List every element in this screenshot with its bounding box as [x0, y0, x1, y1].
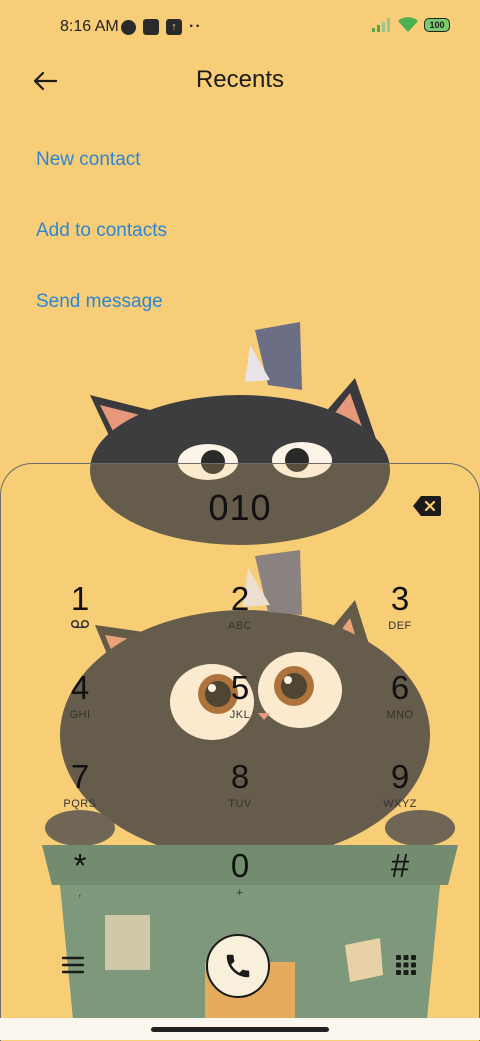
status-bar: 8:16 AM ↑ ·· 100	[0, 0, 480, 56]
dial-key-digit: 0	[230, 847, 250, 884]
add-to-contacts-link[interactable]: Add to contacts	[36, 220, 167, 242]
dial-key-digit: 9	[390, 758, 410, 795]
dial-key-hash[interactable]: #	[340, 846, 460, 918]
dial-key-6[interactable]: 6 MNO	[340, 668, 460, 740]
dial-key-letters: WXYZ	[383, 798, 417, 810]
dial-key-letters: JKL	[229, 709, 251, 721]
dial-key-letters: ,	[78, 887, 82, 899]
dial-key-9[interactable]: 9 WXYZ	[340, 757, 460, 829]
dial-key-digit: 4	[70, 669, 90, 706]
dial-key-letters: TUV	[228, 798, 252, 810]
dial-key-digit: 7	[70, 758, 90, 795]
dial-key-letters: MNO	[386, 709, 414, 721]
send-message-link[interactable]: Send message	[36, 291, 163, 313]
dial-key-digit: 2	[230, 580, 250, 617]
status-system-icons: 100	[372, 17, 450, 32]
status-time: 8:16 AM	[60, 18, 119, 35]
call-button[interactable]	[206, 934, 270, 998]
signal-icon	[372, 17, 390, 32]
dial-key-digit: 3	[390, 580, 410, 617]
backspace-icon[interactable]	[413, 496, 441, 516]
dial-key-0[interactable]: 0 +	[180, 846, 300, 918]
dial-key-3[interactable]: 3 DEF	[340, 579, 460, 651]
status-notification-icons: ↑ ··	[121, 18, 202, 36]
dial-key-2[interactable]: 2 ABC	[180, 579, 300, 651]
dial-key-letters: PQRS	[63, 798, 97, 810]
page-title: Recents	[195, 66, 285, 93]
menu-icon[interactable]	[62, 956, 84, 974]
upload-icon: ↑	[166, 19, 182, 35]
dial-key-digit: *	[73, 847, 87, 884]
dial-key-letters: +	[236, 887, 244, 899]
dial-key-8[interactable]: 8 TUV	[180, 757, 300, 829]
dial-key-letters: ABC	[227, 620, 253, 632]
home-indicator[interactable]	[151, 1027, 329, 1032]
dial-key-5[interactable]: 5 JKL	[180, 668, 300, 740]
dial-key-digit: 8	[230, 758, 250, 795]
battery-icon: 100	[424, 17, 450, 32]
app-icon-square	[143, 19, 159, 35]
dialpad-icon[interactable]	[396, 955, 416, 975]
dial-key-7[interactable]: 7 PQRS	[20, 757, 140, 829]
new-contact-link[interactable]: New contact	[36, 149, 141, 171]
dial-key-digit: 1	[70, 580, 90, 617]
dial-key-letters: GHI	[69, 709, 91, 721]
dial-key-4[interactable]: 4 GHI	[20, 668, 140, 740]
wifi-icon	[398, 17, 418, 32]
phone-icon	[226, 954, 250, 978]
dialed-number: 010	[208, 487, 272, 528]
dial-key-digit: 6	[390, 669, 410, 706]
dial-key-1[interactable]: 1	[20, 579, 140, 651]
voicemail-icon	[70, 619, 90, 629]
app-icon-circle	[121, 19, 136, 35]
dial-key-digit: 5	[230, 669, 250, 706]
dial-key-letters: DEF	[388, 620, 412, 632]
dial-key-digit: #	[390, 847, 410, 884]
more-dots-icon: ··	[189, 18, 202, 35]
dial-key-star[interactable]: * ,	[20, 846, 140, 918]
